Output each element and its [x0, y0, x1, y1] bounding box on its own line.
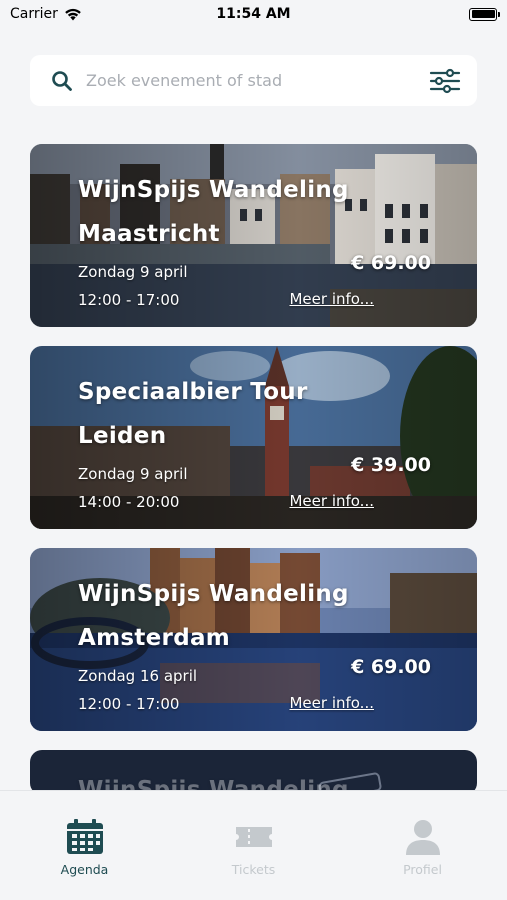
wifi-icon [65, 8, 81, 20]
tab-label: Agenda [60, 862, 109, 877]
carrier-label: Carrier [10, 6, 58, 22]
event-card-leiden[interactable]: Speciaalbier Tour Leiden Zondag 9 april … [30, 346, 477, 529]
event-date: Zondag 9 april [78, 465, 188, 483]
profile-icon [405, 820, 440, 855]
event-time: 14:00 - 20:00 [78, 493, 180, 511]
event-card-partial[interactable]: WijnSpijs Wandeling [30, 750, 477, 795]
event-list: WijnSpijs Wandeling Maastricht Zondag 9 … [30, 144, 477, 795]
tab-bar: Agenda Tickets Profiel [0, 790, 507, 900]
event-card-maastricht[interactable]: WijnSpijs Wandeling Maastricht Zondag 9 … [30, 144, 477, 327]
event-time: 12:00 - 17:00 [78, 291, 180, 309]
more-info-link[interactable]: Meer info... [289, 694, 374, 712]
tab-agenda[interactable]: Agenda [25, 818, 145, 900]
event-date: Zondag 9 april [78, 263, 188, 281]
ticket-icon [235, 827, 272, 847]
search-bar[interactable] [30, 55, 477, 106]
status-left: Carrier [10, 6, 82, 22]
event-price: € 69.00 [351, 656, 431, 678]
battery-icon [469, 7, 500, 21]
search-input[interactable] [86, 71, 429, 90]
tab-label: Tickets [231, 862, 276, 877]
event-title: Speciaalbier Tour Leiden [78, 379, 308, 449]
more-info-link[interactable]: Meer info... [289, 492, 374, 510]
tab-tickets[interactable]: Tickets [194, 818, 314, 900]
tab-profiel[interactable]: Profiel [363, 818, 483, 900]
event-title: WijnSpijs Wandeling Amsterdam [78, 581, 349, 651]
event-time: 12:00 - 17:00 [78, 695, 180, 713]
calendar-icon [66, 819, 103, 854]
tab-label: Profiel [403, 862, 442, 877]
event-date: Zondag 16 april [78, 667, 198, 685]
status-bar: Carrier 11:54 AM [0, 0, 507, 28]
event-price: € 39.00 [351, 454, 431, 476]
event-card-amsterdam[interactable]: WijnSpijs Wandeling Amsterdam Zondag 16 … [30, 548, 477, 731]
search-icon [52, 70, 72, 91]
event-title: WijnSpijs Wandeling Maastricht [78, 177, 349, 247]
more-info-link[interactable]: Meer info... [289, 290, 374, 308]
event-price: € 69.00 [351, 252, 431, 274]
filter-sliders-icon[interactable] [429, 68, 461, 94]
